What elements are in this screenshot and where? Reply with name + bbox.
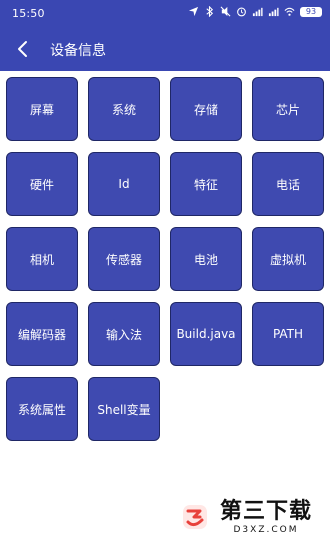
location-icon: [188, 6, 199, 17]
watermark-text: 第三下载 D3XZ.COM: [220, 499, 312, 535]
tile-screen[interactable]: 屏幕: [6, 77, 78, 141]
tile-path[interactable]: PATH: [252, 302, 324, 366]
signal-icon: [252, 7, 263, 17]
tile-chip[interactable]: 芯片: [252, 77, 324, 141]
wifi-icon: [284, 7, 295, 16]
tile-sensors[interactable]: 传感器: [88, 227, 160, 291]
back-arrow-icon[interactable]: [12, 38, 34, 60]
bluetooth-icon: [206, 6, 214, 17]
page-title: 设备信息: [50, 43, 106, 59]
watermark-logo-icon: [175, 498, 214, 536]
tile-battery[interactable]: 电池: [170, 227, 242, 291]
tile-system[interactable]: 系统: [88, 77, 160, 141]
tile-id[interactable]: Id: [88, 152, 160, 216]
battery-indicator: 93: [300, 6, 322, 17]
status-bar: 15:50 93: [0, 0, 330, 26]
tile-shell-variables[interactable]: Shell变量: [88, 377, 160, 441]
app-bar: 15:50 93 设备信息: [0, 0, 330, 71]
tile-system-properties[interactable]: 系统属性: [6, 377, 78, 441]
status-time: 15:50: [12, 7, 45, 20]
watermark-main: 第三下载: [219, 499, 312, 524]
tile-build-java[interactable]: Build.java: [170, 302, 242, 366]
tile-hardware[interactable]: 硬件: [6, 152, 78, 216]
watermark: 第三下载 D3XZ.COM: [175, 498, 312, 536]
tile-storage[interactable]: 存储: [170, 77, 242, 141]
signal-icon-2: [268, 7, 279, 17]
status-icons: 93: [188, 6, 322, 17]
tile-codecs[interactable]: 编解码器: [6, 302, 78, 366]
alarm-icon: [237, 7, 246, 17]
tile-camera[interactable]: 相机: [6, 227, 78, 291]
watermark-sub: D3XZ.COM: [233, 525, 299, 535]
tile-phone[interactable]: 电话: [252, 152, 324, 216]
tile-features[interactable]: 特征: [170, 152, 242, 216]
tile-input-method[interactable]: 输入法: [88, 302, 160, 366]
tile-vm[interactable]: 虚拟机: [252, 227, 324, 291]
mute-icon: [220, 6, 231, 17]
